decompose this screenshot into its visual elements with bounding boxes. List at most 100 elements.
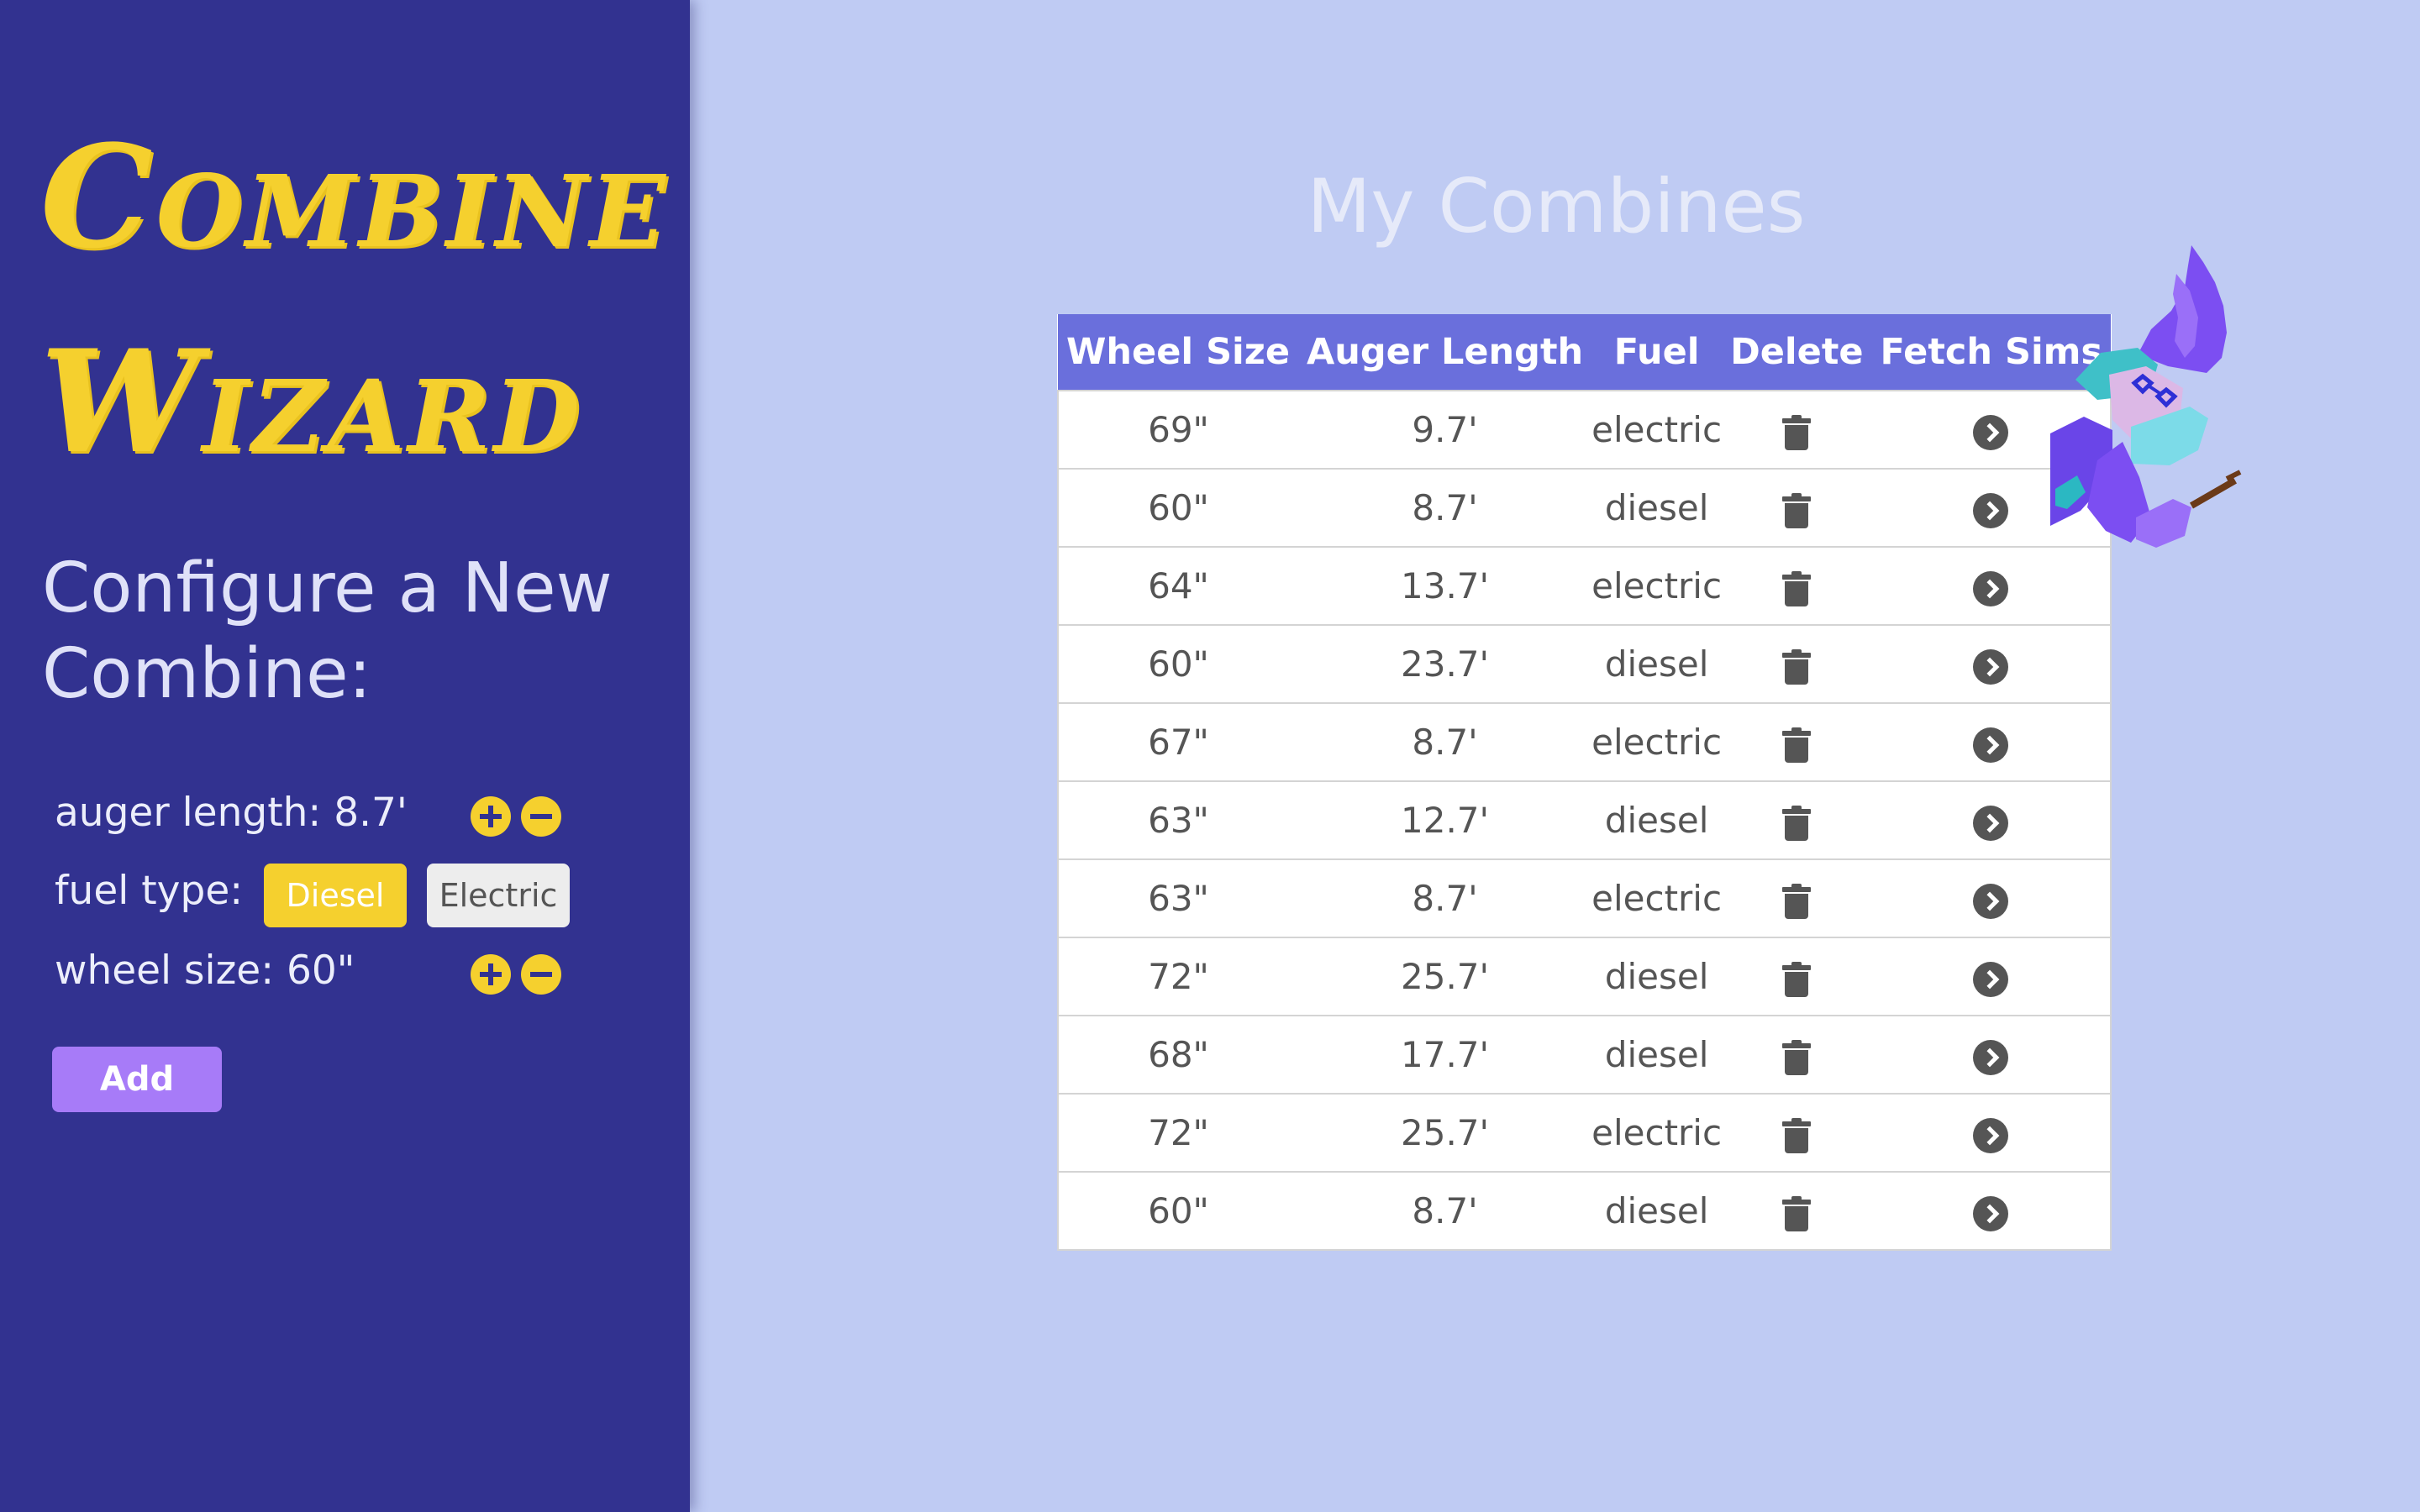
cell-delete <box>1722 1015 1872 1094</box>
cell-fetch-sims <box>1871 780 2112 859</box>
cell-auger-length: 13.7' <box>1297 546 1592 625</box>
cell-wheel-size: 68" <box>1057 1015 1298 1094</box>
cell-fuel: electric <box>1591 858 1723 937</box>
trash-icon[interactable] <box>1782 1117 1812 1153</box>
chevron-right-circle-icon[interactable] <box>1973 883 2009 919</box>
table-row: 64" 13.7' electric <box>1057 546 2112 625</box>
cell-fetch-sims <box>1871 858 2112 937</box>
cell-auger-length: 8.7' <box>1297 1171 1592 1251</box>
cell-wheel-size: 67" <box>1057 702 1298 781</box>
cell-delete <box>1722 1093 1872 1172</box>
table-row: 60" 23.7' diesel <box>1057 624 2112 703</box>
cell-delete <box>1722 1171 1872 1251</box>
col-auger-length: Auger Length <box>1297 314 1592 391</box>
cell-auger-length: 9.7' <box>1297 390 1592 469</box>
trash-icon[interactable] <box>1782 570 1812 606</box>
chevron-right-circle-icon[interactable] <box>1973 805 2009 841</box>
page-title: My Combines <box>1307 163 1806 249</box>
chevron-right-circle-icon[interactable] <box>1973 1117 2009 1153</box>
trash-icon[interactable] <box>1782 414 1812 450</box>
cell-wheel-size: 60" <box>1057 1171 1298 1251</box>
table-row: 67" 8.7' electric <box>1057 702 2112 781</box>
trash-icon[interactable] <box>1782 727 1812 763</box>
cell-wheel-size: 60" <box>1057 624 1298 703</box>
chevron-right-circle-icon[interactable] <box>1973 492 2009 528</box>
col-wheel-size: Wheel Size <box>1058 314 1298 391</box>
configure-heading: Configure a New Combine: <box>42 549 613 714</box>
col-delete: Delete <box>1722 314 1872 391</box>
cell-auger-length: 23.7' <box>1297 624 1592 703</box>
wheel-increase-button[interactable] <box>471 954 511 995</box>
auger-increase-button[interactable] <box>471 796 511 837</box>
chevron-right-circle-icon[interactable] <box>1973 648 2009 685</box>
cell-fuel: electric <box>1591 702 1723 781</box>
cell-wheel-size: 64" <box>1057 546 1298 625</box>
wheel-decrease-button[interactable] <box>521 954 561 995</box>
add-combine-button[interactable]: Add <box>52 1047 222 1112</box>
fuel-electric-button[interactable]: Electric <box>427 864 570 927</box>
cell-fuel: diesel <box>1591 1171 1723 1251</box>
cell-auger-length: 8.7' <box>1297 468 1592 547</box>
cell-fuel: diesel <box>1591 780 1723 859</box>
app-logo-line1: Combine <box>40 113 669 280</box>
cell-fuel: electric <box>1591 390 1723 469</box>
fuel-type-label: fuel type: <box>55 868 244 914</box>
cell-auger-length: 17.7' <box>1297 1015 1592 1094</box>
trash-icon[interactable] <box>1782 1195 1812 1231</box>
cell-auger-length: 25.7' <box>1297 1093 1592 1172</box>
cell-delete <box>1722 546 1872 625</box>
trash-icon[interactable] <box>1782 492 1812 528</box>
minus-circle-icon <box>530 972 552 977</box>
auger-length-label: auger length: 8.7' <box>55 790 408 836</box>
cell-delete <box>1722 937 1872 1016</box>
trash-icon[interactable] <box>1782 961 1812 997</box>
cell-wheel-size: 63" <box>1057 780 1298 859</box>
cell-fetch-sims <box>1871 1171 2112 1251</box>
cell-fuel: electric <box>1591 546 1723 625</box>
table-row: 69" 9.7' electric <box>1057 390 2112 469</box>
combines-table: Wheel Size Auger Length Fuel Delete Fetc… <box>1057 314 2112 1251</box>
cell-delete <box>1722 468 1872 547</box>
cell-wheel-size: 69" <box>1057 390 1298 469</box>
table-row: 68" 17.7' diesel <box>1057 1015 2112 1094</box>
chevron-right-circle-icon[interactable] <box>1973 570 2009 606</box>
sidebar: Combine Wizard Configure a New Combine: … <box>0 0 690 1512</box>
table-row: 72" 25.7' electric <box>1057 1093 2112 1172</box>
table-header-row: Wheel Size Auger Length Fuel Delete Fetc… <box>1058 314 2112 391</box>
trash-icon[interactable] <box>1782 648 1812 685</box>
cell-delete <box>1722 390 1872 469</box>
fuel-diesel-button[interactable]: Diesel <box>264 864 407 927</box>
cell-fetch-sims <box>1871 937 2112 1016</box>
trash-icon[interactable] <box>1782 805 1812 841</box>
cell-wheel-size: 63" <box>1057 858 1298 937</box>
app-logo-line2: Wizard <box>40 318 583 485</box>
table-row: 63" 12.7' diesel <box>1057 780 2112 859</box>
trash-icon[interactable] <box>1782 883 1812 919</box>
chevron-right-circle-icon[interactable] <box>1973 1195 2009 1231</box>
table-row: 60" 8.7' diesel <box>1057 468 2112 547</box>
cell-wheel-size: 72" <box>1057 1093 1298 1172</box>
auger-decrease-button[interactable] <box>521 796 561 837</box>
chevron-right-circle-icon[interactable] <box>1973 961 2009 997</box>
cell-fuel: diesel <box>1591 468 1723 547</box>
table-row: 60" 8.7' diesel <box>1057 1171 2112 1251</box>
cell-wheel-size: 72" <box>1057 937 1298 1016</box>
cell-auger-length: 8.7' <box>1297 702 1592 781</box>
chevron-right-circle-icon[interactable] <box>1973 414 2009 450</box>
cell-fuel: diesel <box>1591 1015 1723 1094</box>
cell-fuel: diesel <box>1591 937 1723 1016</box>
trash-icon[interactable] <box>1782 1039 1812 1075</box>
cell-fuel: diesel <box>1591 624 1723 703</box>
cell-fetch-sims <box>1871 624 2112 703</box>
col-fuel: Fuel <box>1591 314 1723 391</box>
cell-fetch-sims <box>1871 1093 2112 1172</box>
chevron-right-circle-icon[interactable] <box>1973 727 2009 763</box>
wheel-size-label: wheel size: 60" <box>55 948 355 994</box>
cell-delete <box>1722 624 1872 703</box>
wizard-mascot <box>2050 245 2242 548</box>
cell-auger-length: 8.7' <box>1297 858 1592 937</box>
chevron-right-circle-icon[interactable] <box>1973 1039 2009 1075</box>
cell-wheel-size: 60" <box>1057 468 1298 547</box>
cell-delete <box>1722 702 1872 781</box>
cell-delete <box>1722 780 1872 859</box>
